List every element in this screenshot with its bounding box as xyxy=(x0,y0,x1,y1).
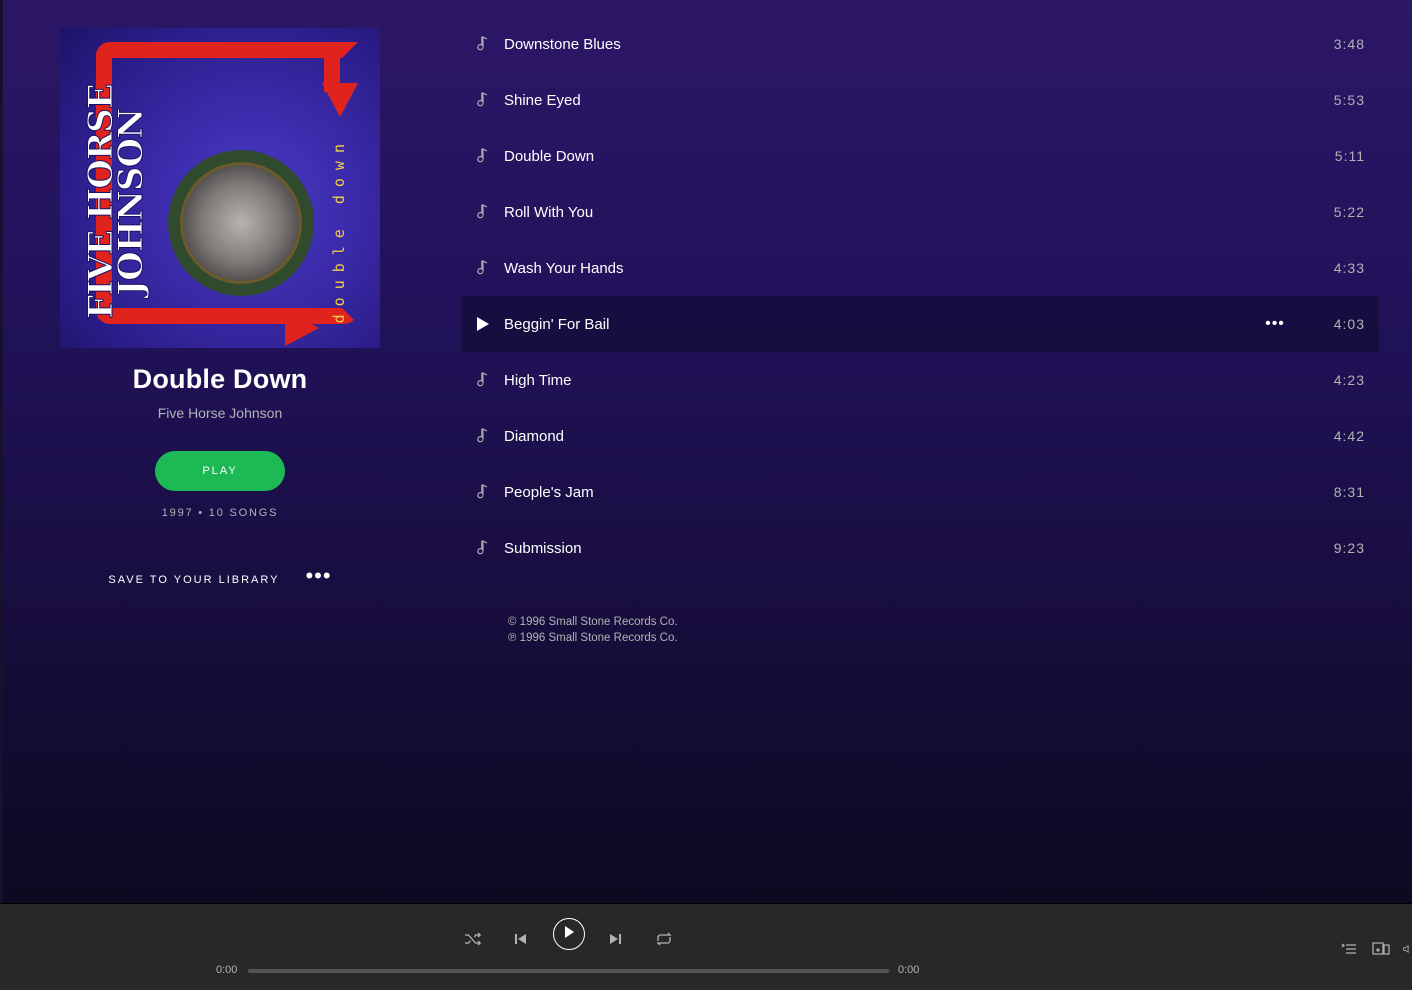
cover-title-text: FIVE HORSE JOHNSON xyxy=(81,84,152,320)
music-note-icon xyxy=(476,484,504,500)
album-artist-link[interactable]: Five Horse Johnson xyxy=(60,405,380,421)
music-note-icon xyxy=(476,148,504,164)
total-time: 0:00 xyxy=(898,964,920,976)
album-actions: SAVE TO YOUR LIBRARY ••• xyxy=(60,565,380,589)
track-title: Double Down xyxy=(504,147,595,165)
track-title: Diamond xyxy=(504,427,565,445)
elapsed-time: 0:00 xyxy=(216,964,238,976)
track-row[interactable]: Diamond 4:42 xyxy=(462,408,1379,464)
shuffle-icon[interactable] xyxy=(464,930,482,948)
music-note-icon xyxy=(476,372,504,388)
player-bar: 0:00 0:00 xyxy=(0,903,1412,990)
copyright-notice: © 1996 Small Stone Records Co. ℗ 1996 Sm… xyxy=(462,614,1379,646)
music-note-icon xyxy=(476,36,504,52)
volume-icon[interactable] xyxy=(1403,941,1412,957)
track-title: Submission xyxy=(504,539,582,557)
music-note-icon xyxy=(476,540,504,556)
track-title: Roll With You xyxy=(504,203,594,221)
track-title: Beggin' For Bail xyxy=(504,315,610,333)
track-duration: 3:48 xyxy=(1333,36,1365,52)
play-icon[interactable] xyxy=(476,316,504,332)
more-options-icon[interactable]: ••• xyxy=(305,565,331,589)
play-button[interactable]: PLAY xyxy=(155,451,285,491)
track-row[interactable]: Submission 9:23 xyxy=(462,520,1379,576)
cover-red-top xyxy=(130,42,340,58)
previous-icon[interactable] xyxy=(511,930,529,948)
track-row[interactable]: Shine Eyed 5:53 xyxy=(462,72,1379,128)
track-duration: 5:22 xyxy=(1333,204,1365,220)
music-note-icon xyxy=(476,92,504,108)
track-duration: 5:53 xyxy=(1333,92,1365,108)
track-row[interactable]: High Time 4:23 xyxy=(462,352,1379,408)
save-to-library-button[interactable]: SAVE TO YOUR LIBRARY xyxy=(108,574,279,586)
progress-bar[interactable] xyxy=(248,969,889,973)
phonographic-copyright-line: ℗ 1996 Small Stone Records Co. xyxy=(508,632,678,644)
track-more-options-icon[interactable]: ••• xyxy=(1245,315,1305,333)
queue-icon[interactable] xyxy=(1340,941,1358,957)
cover-subtitle-text: double down xyxy=(330,136,348,324)
track-duration: 8:31 xyxy=(1333,484,1365,500)
repeat-icon[interactable] xyxy=(655,930,673,948)
album-title: Double Down xyxy=(132,364,308,394)
track-row[interactable]: Roll With You 5:22 xyxy=(462,184,1379,240)
track-title: People's Jam xyxy=(504,483,594,501)
track-duration: 4:42 xyxy=(1333,428,1365,444)
track-row[interactable]: People's Jam 8:31 xyxy=(462,464,1379,520)
music-note-icon xyxy=(476,260,504,276)
cover-arrow-down xyxy=(322,83,358,117)
copyright-line: © 1996 Small Stone Records Co. xyxy=(508,616,678,628)
track-duration: 4:23 xyxy=(1333,372,1365,388)
track-row[interactable]: Double Down 5:11 xyxy=(462,128,1379,184)
music-note-icon xyxy=(476,428,504,444)
tracklist: Downstone Blues 3:48 Shine Eyed 5:53 Dou… xyxy=(462,16,1379,646)
music-note-icon xyxy=(476,204,504,220)
devices-icon[interactable] xyxy=(1372,941,1390,957)
track-duration: 5:11 xyxy=(1334,148,1365,164)
cover-arrow-right xyxy=(285,310,319,346)
track-duration: 9:23 xyxy=(1333,540,1365,556)
cover-band-photo xyxy=(168,150,314,296)
track-duration: 4:03 xyxy=(1333,316,1365,332)
track-title: Downstone Blues xyxy=(504,35,621,53)
play-pause-button[interactable] xyxy=(553,918,585,950)
next-icon[interactable] xyxy=(607,930,625,948)
track-title: High Time xyxy=(504,371,572,389)
album-meta: 1997 • 10 SONGS xyxy=(161,507,279,519)
track-duration: 4:33 xyxy=(1333,260,1365,276)
track-row[interactable]: Downstone Blues 3:48 xyxy=(462,16,1379,72)
track-row[interactable]: Wash Your Hands 4:33 xyxy=(462,240,1379,296)
main-view: FIVE HORSE JOHNSON double down Double Do… xyxy=(0,0,1412,903)
track-row-active[interactable]: Beggin' For Bail ••• 4:03 xyxy=(462,296,1379,352)
track-title: Shine Eyed xyxy=(504,91,581,109)
album-panel: FIVE HORSE JOHNSON double down Double Do… xyxy=(60,28,380,589)
play-icon xyxy=(563,925,575,944)
track-title: Wash Your Hands xyxy=(504,259,624,277)
album-cover[interactable]: FIVE HORSE JOHNSON double down xyxy=(60,28,380,348)
